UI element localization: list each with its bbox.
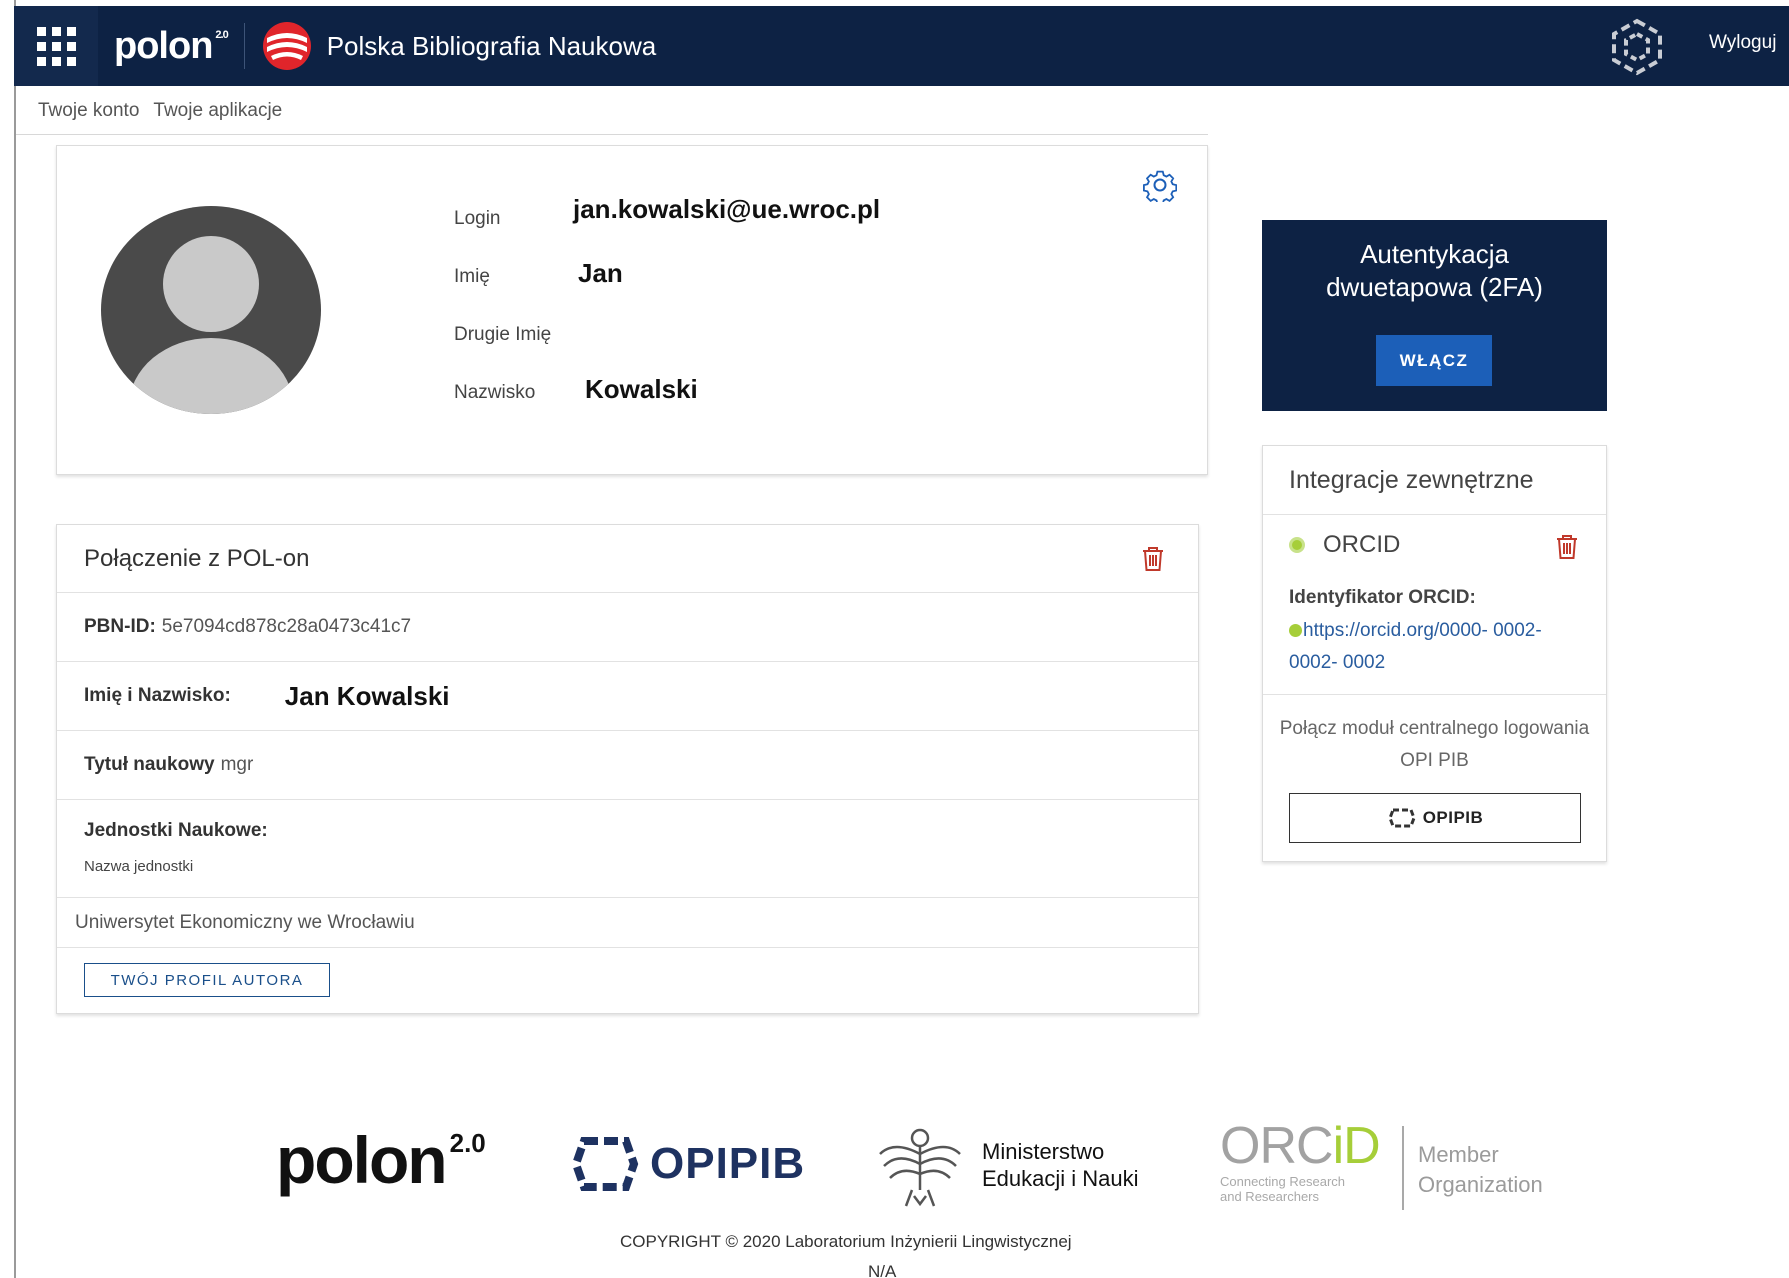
frame-border (14, 0, 16, 1278)
logout-link[interactable]: Wyloguj (1709, 32, 1776, 54)
avatar-icon (101, 206, 321, 414)
polon-connection-card: Połączenie z POL-on PBN-ID: 5e7094cd878c… (56, 524, 1199, 1014)
author-profile-button[interactable]: TWÓJ PROFIL AUTORA (84, 963, 330, 997)
hexagon-logo-icon (1612, 18, 1662, 76)
opi-connect-button[interactable]: OPIPIB (1289, 793, 1581, 843)
integrations-title: Integracje zewnętrzne (1263, 446, 1606, 515)
breadcrumb-divider (16, 134, 1208, 135)
footer-orcid-right: iD (1332, 1117, 1381, 1175)
footer-ministry-line2: Edukacji i Nauki (982, 1166, 1139, 1191)
orcid-name: ORCID (1323, 531, 1401, 558)
last-name-label: Nazwisko (454, 382, 536, 403)
orcid-integration: ORCID Identyfikator ORCID: https://orcid… (1263, 515, 1606, 695)
polon-card-title: Połączenie z POL-on (84, 544, 310, 572)
footer-member-divider (1402, 1126, 1404, 1210)
app-title: Polska Bibliografia Naukowa (326, 30, 657, 61)
login-value: jan.kowalski@ue.wroc.pl (573, 194, 881, 224)
polon-logo[interactable]: polon 2.0 (114, 24, 229, 68)
first-name-label: Imię (454, 266, 490, 287)
footer-ministry: Ministerstwo Edukacji i Nauki (982, 1138, 1139, 1192)
units-label: Jednostki Naukowe: (84, 820, 268, 841)
footer-version: N/A (868, 1262, 897, 1278)
first-name-value: Jan (578, 258, 623, 288)
profile-card: Login jan.kowalski@ue.wroc.pl Imię Jan D… (56, 145, 1208, 475)
units-column-header: Nazwa jednostki (84, 858, 194, 875)
topbar-divider (243, 23, 245, 69)
orcid-url-link[interactable]: https://orcid.org/0000- 0002- 0002- 0002 (1289, 615, 1559, 679)
orcid-url[interactable]: https://orcid.org/0000- 0002- 0002- 0002 (1289, 620, 1542, 673)
login-label: Login (454, 208, 501, 229)
footer-member-org: Member Organization (1418, 1140, 1543, 1200)
footer-member-line1: Member (1418, 1142, 1499, 1167)
two-factor-card: Autentykacja dwuetapowa (2FA) WŁĄCZ (1262, 220, 1607, 411)
middle-name-label: Drugie Imię (454, 324, 552, 345)
apps-grid-icon (36, 26, 76, 66)
breadcrumb-account[interactable]: Twoje konto (38, 100, 139, 122)
full-name-label: Imię i Nazwisko: (84, 685, 231, 706)
orcid-title: ORCID (1289, 531, 1400, 559)
orcid-id-label: Identyfikator ORCID: (1289, 587, 1476, 608)
pbn-id-label: PBN-ID: (84, 616, 156, 637)
apps-menu-button[interactable] (14, 6, 98, 86)
trash-icon[interactable] (1555, 533, 1579, 561)
units-row: Jednostki Naukowe: Nazwa jednostki (57, 800, 1198, 898)
polon-logo-text: polon (114, 24, 213, 67)
footer-orcid-tagline-line2: and Researchers (1220, 1189, 1319, 1204)
degree-label: Tytuł naukowy (84, 754, 215, 775)
status-dot-icon (1289, 537, 1305, 553)
two-factor-title: Autentykacja dwuetapowa (2FA) (1262, 238, 1607, 304)
footer-orcid-tagline-line1: Connecting Research (1220, 1174, 1346, 1189)
integrations-card: Integracje zewnętrzne ORCID Identyfikato… (1262, 445, 1607, 862)
full-name-row: Imię i Nazwisko: Jan Kowalski (57, 662, 1198, 731)
polon-logo-version: 2.0 (215, 28, 228, 41)
eagle-emblem-icon (879, 1128, 961, 1207)
footer-copyright: COPYRIGHT © 2020 Laboratorium Inżynierii… (620, 1232, 1072, 1251)
full-name-value: Jan Kowalski (284, 680, 450, 711)
unit-name-row: Uniwersytet Ekonomiczny we Wrocławiu (57, 898, 1198, 948)
two-factor-title-line1: Autentykacja (1360, 239, 1509, 269)
orcid-mini-icon (1289, 624, 1302, 637)
footer-opi-logo: OPIPIB (570, 1133, 805, 1195)
breadcrumb: Twoje konto Twoje aplikacje (38, 100, 282, 122)
footer-polon-version: 2.0 (449, 1128, 486, 1158)
footer-polon-logo: polon 2.0 (276, 1122, 486, 1198)
footer-orcid-left: ORC (1220, 1117, 1334, 1175)
opi-button-label: OPIPIB (1422, 808, 1484, 827)
footer-polon-text: polon (276, 1123, 448, 1197)
breadcrumb-applications[interactable]: Twoje aplikacje (153, 100, 282, 122)
pbn-logo-icon (262, 22, 311, 70)
degree-row: Tytuł naukowy mgr (57, 731, 1198, 800)
trash-icon[interactable] (1141, 545, 1165, 573)
footer-opi-text: OPIPIB (650, 1139, 806, 1188)
footer-ministry-line1: Ministerstwo (982, 1139, 1105, 1164)
footer-member-line2: Organization (1418, 1172, 1543, 1197)
two-factor-title-line2: dwuetapowa (2FA) (1326, 272, 1543, 302)
opi-logo-icon (571, 1137, 639, 1191)
degree-value: mgr (220, 754, 254, 775)
footer-orcid-logo: ORCiD Connecting Research and Researcher… (1220, 1117, 1381, 1204)
opi-login-description: Połącz moduł centralnego logowania OPI P… (1279, 718, 1590, 771)
pbn-id-row: PBN-ID: 5e7094cd878c28a0473c41c7 (57, 593, 1198, 662)
enable-2fa-button[interactable]: WŁĄCZ (1376, 335, 1492, 386)
last-name-value: Kowalski (585, 374, 698, 404)
opi-logo-icon (1388, 808, 1416, 828)
unit-name: Uniwersytet Ekonomiczny we Wrocławiu (75, 911, 415, 933)
pbn-id-value: 5e7094cd878c28a0473c41c7 (161, 616, 412, 637)
gear-icon[interactable] (1143, 168, 1177, 202)
polon-card-header: Połączenie z POL-on (57, 525, 1198, 593)
top-navigation-bar: polon 2.0 Polska Bibliografia Naukowa Wy… (14, 6, 1789, 86)
